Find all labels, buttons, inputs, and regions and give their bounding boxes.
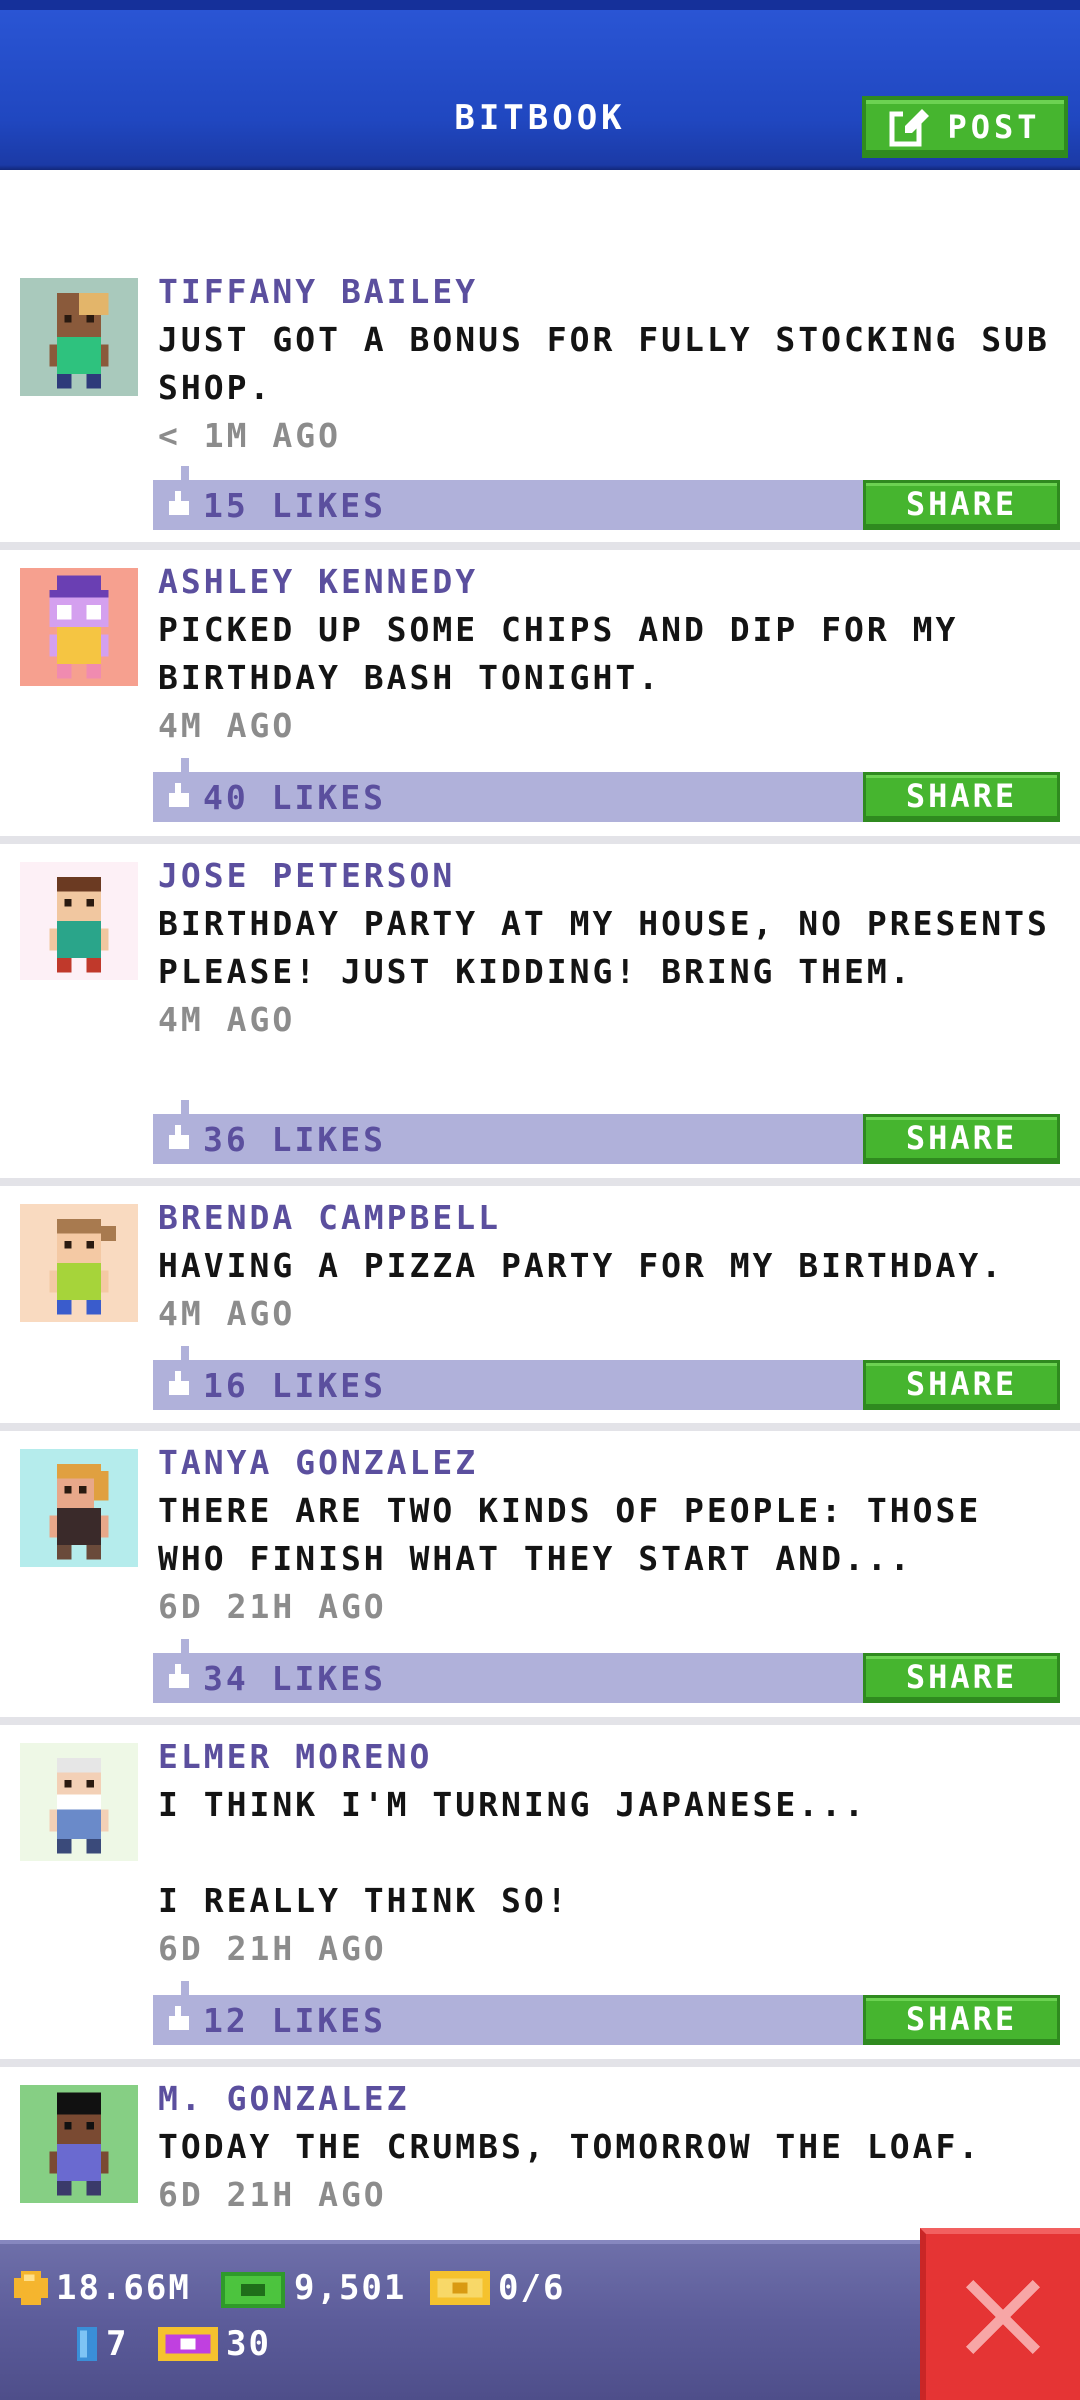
like-bar-tick xyxy=(181,466,189,480)
like-count: 34 LIKES xyxy=(203,1659,386,1698)
gems-stat: 7 xyxy=(76,2324,128,2364)
post-content: JOSE PETERSON BIRTHDAY PARTY AT MY HOUSE… xyxy=(158,852,1060,1044)
like-bar: 15 LIKES SHARE xyxy=(153,466,1060,530)
post-time: 6D 21H AGO xyxy=(158,2175,387,2214)
close-icon xyxy=(966,2280,1040,2354)
like-bar-tick xyxy=(181,1639,189,1653)
feed-post: BRENDA CAMPBELL HAVING A PIZZA PARTY FOR… xyxy=(0,1186,1080,1431)
post-content: TANYA GONZALEZ THERE ARE TWO KINDS OF PE… xyxy=(158,1439,1060,1631)
feed-post: TANYA GONZALEZ THERE ARE TWO KINDS OF PE… xyxy=(0,1431,1080,1725)
post-time: 6D 21H AGO xyxy=(158,1587,387,1626)
thumbs-up-icon[interactable] xyxy=(167,1664,191,1690)
like-bar: 36 LIKES SHARE xyxy=(153,1100,1060,1164)
post-text: PICKED UP SOME CHIPS AND DIP FOR MY BIRT… xyxy=(158,610,959,697)
gem-icon xyxy=(76,2327,98,2361)
gems-value: 7 xyxy=(106,2324,129,2364)
post-text: I THINK I'M TURNING JAPANESE... I REALLY… xyxy=(158,1785,867,1920)
like-bar: 34 LIKES SHARE xyxy=(153,1639,1060,1703)
share-button[interactable]: SHARE xyxy=(863,1653,1060,1703)
feed-post: M. GONZALEZ TODAY THE CRUMBS, TOMORROW T… xyxy=(0,2067,1080,2240)
coins-value: 18.66M xyxy=(56,2268,191,2308)
tickets-stat: 0/6 xyxy=(430,2268,565,2308)
news-feed[interactable]: TIFFANY BAILEY JUST GOT A BONUS FOR FULL… xyxy=(0,170,1080,2240)
header-top-edge xyxy=(0,0,1080,10)
post-text: TODAY THE CRUMBS, TOMORROW THE LOAF. xyxy=(158,2127,982,2166)
author-name[interactable]: ASHLEY KENNEDY xyxy=(158,558,1060,606)
bux-value: 9,501 xyxy=(294,2268,407,2308)
vip-stat: 30 xyxy=(158,2324,271,2364)
avatar xyxy=(20,1449,138,1567)
post-time: 4M AGO xyxy=(158,1294,296,1333)
post-time: < 1M AGO xyxy=(158,416,341,455)
author-name[interactable]: M. GONZALEZ xyxy=(158,2075,1060,2123)
share-button[interactable]: SHARE xyxy=(863,772,1060,822)
like-count: 12 LIKES xyxy=(203,2001,386,2040)
like-count: 15 LIKES xyxy=(203,486,386,525)
like-bar-tick xyxy=(181,1346,189,1360)
post-text: BIRTHDAY PARTY AT MY HOUSE, NO PRESENTS … xyxy=(158,904,1050,991)
post-content: ELMER MORENO I THINK I'M TURNING JAPANES… xyxy=(158,1733,1060,1973)
app-header: BITBOOK POST xyxy=(0,0,1080,170)
vip-ticket-icon xyxy=(158,2327,218,2361)
feed-post: JOSE PETERSON BIRTHDAY PARTY AT MY HOUSE… xyxy=(0,844,1080,1186)
feed-post: ASHLEY KENNEDY PICKED UP SOME CHIPS AND … xyxy=(0,550,1080,844)
like-bar: 16 LIKES SHARE xyxy=(153,1346,1060,1410)
like-bar: 12 LIKES SHARE xyxy=(153,1981,1060,2045)
share-button[interactable]: SHARE xyxy=(863,1114,1060,1164)
thumbs-up-icon[interactable] xyxy=(167,1125,191,1151)
avatar xyxy=(20,2085,138,2203)
tickets-value: 0/6 xyxy=(498,2268,566,2308)
avatar xyxy=(20,1743,138,1861)
like-bar: 40 LIKES SHARE xyxy=(153,758,1060,822)
vip-value: 30 xyxy=(226,2324,271,2364)
avatar xyxy=(20,278,138,396)
author-name[interactable]: TANYA GONZALEZ xyxy=(158,1439,1060,1487)
close-button[interactable] xyxy=(920,2228,1080,2400)
thumbs-up-icon[interactable] xyxy=(167,2006,191,2032)
post-time: 6D 21H AGO xyxy=(158,1929,387,1968)
post-content: M. GONZALEZ TODAY THE CRUMBS, TOMORROW T… xyxy=(158,2075,1060,2219)
like-bar-tick xyxy=(181,1981,189,1995)
author-name[interactable]: BRENDA CAMPBELL xyxy=(158,1194,1060,1242)
post-button[interactable]: POST xyxy=(862,96,1068,158)
bux-icon xyxy=(221,2272,285,2308)
avatar xyxy=(20,1204,138,1322)
coins-stat: 18.66M xyxy=(14,2268,191,2308)
thumbs-up-icon[interactable] xyxy=(167,491,191,517)
post-text: THERE ARE TWO KINDS OF PEOPLE: THOSE WHO… xyxy=(158,1491,982,1578)
like-count: 36 LIKES xyxy=(203,1120,386,1159)
post-button-label: POST xyxy=(947,108,1041,146)
author-name[interactable]: TIFFANY BAILEY xyxy=(158,268,1060,316)
post-text: JUST GOT A BONUS FOR FULLY STOCKING SUB … xyxy=(158,320,1050,407)
thumbs-up-icon[interactable] xyxy=(167,783,191,809)
feed-post: TIFFANY BAILEY JUST GOT A BONUS FOR FULL… xyxy=(0,170,1080,550)
post-content: ASHLEY KENNEDY PICKED UP SOME CHIPS AND … xyxy=(158,558,1060,750)
bux-stat: 9,501 xyxy=(220,2268,406,2308)
thumbs-up-icon[interactable] xyxy=(167,1371,191,1397)
post-time: 4M AGO xyxy=(158,1000,296,1039)
feed-post: ELMER MORENO I THINK I'M TURNING JAPANES… xyxy=(0,1725,1080,2067)
author-name[interactable]: ELMER MORENO xyxy=(158,1733,1060,1781)
status-bar: 18.66M 9,501 0/6 7 30 xyxy=(0,2240,1080,2400)
compose-icon xyxy=(889,107,930,147)
post-content: TIFFANY BAILEY JUST GOT A BONUS FOR FULL… xyxy=(158,268,1060,460)
like-bar-tick xyxy=(181,758,189,772)
share-button[interactable]: SHARE xyxy=(863,480,1060,530)
like-count: 40 LIKES xyxy=(203,778,386,817)
avatar xyxy=(20,862,138,980)
author-name[interactable]: JOSE PETERSON xyxy=(158,852,1060,900)
like-bar-tick xyxy=(181,1100,189,1114)
like-count: 16 LIKES xyxy=(203,1366,386,1405)
ticket-icon xyxy=(430,2271,490,2305)
post-text: HAVING A PIZZA PARTY FOR MY BIRTHDAY. xyxy=(158,1246,1005,1285)
post-content: BRENDA CAMPBELL HAVING A PIZZA PARTY FOR… xyxy=(158,1194,1060,1338)
share-button[interactable]: SHARE xyxy=(863,1360,1060,1410)
coin-icon xyxy=(14,2271,48,2305)
avatar xyxy=(20,568,138,686)
share-button[interactable]: SHARE xyxy=(863,1995,1060,2045)
post-time: 4M AGO xyxy=(158,706,296,745)
